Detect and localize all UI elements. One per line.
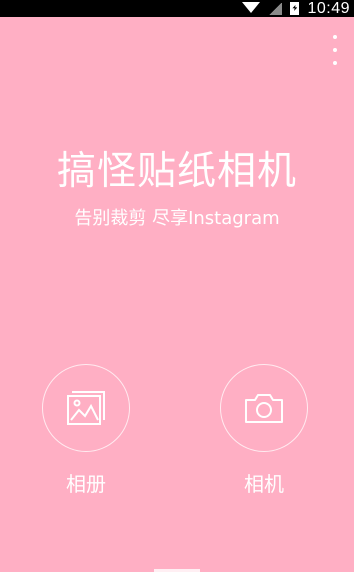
status-time: 10:49	[307, 0, 350, 17]
status-icons: 10:49	[242, 0, 350, 17]
signal-icon	[268, 2, 283, 15]
menu-dot	[333, 48, 337, 52]
camera-icon	[245, 394, 283, 423]
app-subtitle: 告别裁剪 尽享Instagram	[74, 208, 280, 229]
wifi-icon	[242, 2, 261, 13]
album-circle[interactable]	[42, 364, 130, 452]
camera-label: 相机	[244, 472, 284, 496]
overflow-menu-icon[interactable]	[330, 35, 340, 65]
camera-button[interactable]: 相机	[220, 364, 308, 498]
battery-icon	[290, 2, 300, 15]
status-bar: 10:49	[0, 0, 354, 17]
camera-circle[interactable]	[220, 364, 308, 452]
menu-dot	[333, 35, 337, 39]
gallery-icon	[67, 391, 105, 425]
app-title: 搞怪贴纸相机	[56, 149, 297, 194]
album-label: 相册	[66, 472, 106, 496]
menu-dot	[333, 61, 337, 65]
album-button[interactable]: 相册	[42, 364, 130, 498]
